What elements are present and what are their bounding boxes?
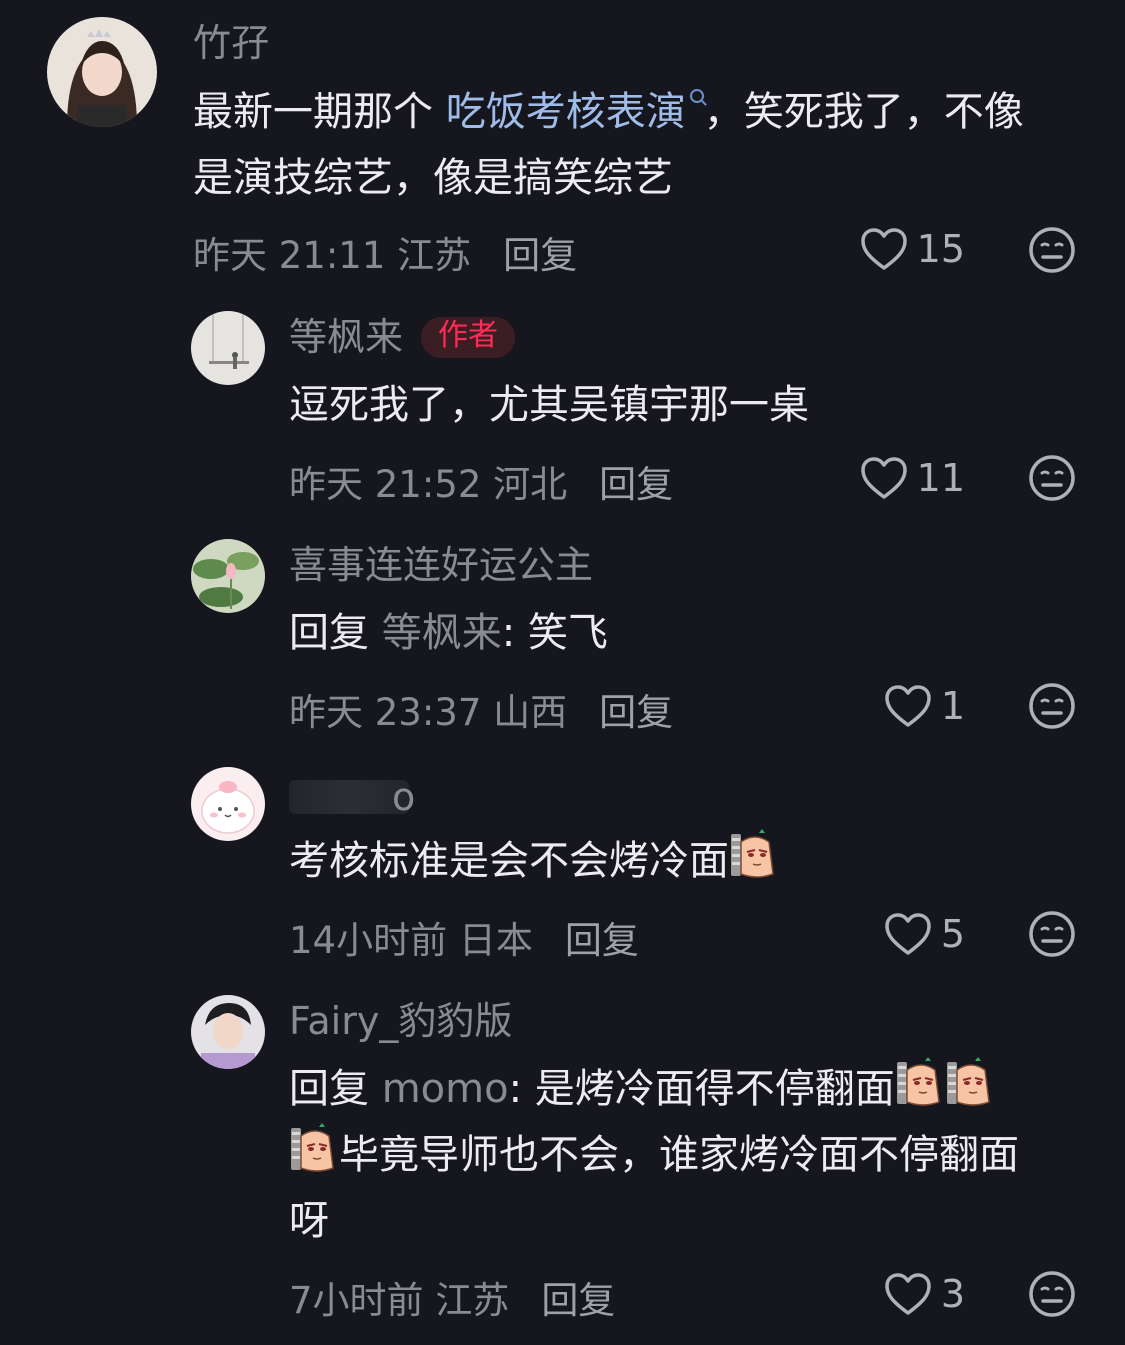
like-button[interactable]: 1 [883,683,965,729]
comment-text: 回复 等枫来: 笑飞 [289,600,1069,666]
heart-icon [859,455,909,501]
timestamp: 7小时前 [289,1279,424,1322]
avatar-image [191,767,265,841]
location: 日本 [458,919,533,962]
comment-text-part: 呀 [289,1198,329,1244]
comment-meta: 昨天 23:37 山西 回复 [289,682,673,736]
avatar[interactable] [191,995,265,1069]
username-text: 竹孖 [193,21,270,65]
reply-target-name[interactable]: 等枫来 [382,610,502,656]
username-text: 喜事连连好运公主 [289,543,594,587]
heart-icon [883,1271,933,1317]
heart-icon [883,683,933,729]
comment-meta: 7小时前 江苏 回复 [289,1270,615,1324]
comment-text-part: 考核标准是会不会烤冷面 [289,838,729,884]
sly-sausage-emoji [945,1056,995,1108]
dislike-icon[interactable] [1028,226,1076,274]
like-button[interactable]: 15 [859,226,965,272]
comment-text-part: 最新一期那个 [193,89,446,135]
reply-target-name[interactable]: momo [382,1066,509,1112]
comment-text: 回复 momo: 是烤冷面得不停翻面毕竟导师也不会，谁家烤冷面不停翻面呀 [289,1056,1079,1254]
reply-button[interactable]: 回复 [599,691,673,734]
comment-text: 考核标准是会不会烤冷面 [289,828,1069,894]
like-button[interactable]: 11 [859,455,965,501]
comment-text: 最新一期那个 吃饭考核表演 ，笑死我了，不像是演技综艺，像是搞笑综艺 [193,79,1063,211]
location: 山西 [493,691,568,734]
search-icon [689,89,704,103]
timestamp: 昨天 21:52 [289,463,482,506]
reply-button[interactable]: 回复 [503,234,577,277]
comment-text-part: : 笑飞 [501,610,608,656]
username[interactable]: 竹孖 [193,21,270,66]
heart-icon [859,226,909,272]
like-button[interactable]: 5 [883,911,965,957]
like-count: 11 [916,456,965,500]
like-button[interactable]: 3 [883,1271,965,1317]
username-text: 等枫来 [289,315,404,359]
avatar[interactable] [191,767,265,841]
comment-text-part: 逗死我了，尤其吴镇宇那一桌 [289,382,809,428]
username[interactable]: 喜事连连好运公主 [289,543,594,588]
comment-text-part: 毕竟导师也不会，谁家烤冷面不停翻面 [339,1132,1019,1178]
reply-prefix: 回复 [289,1066,382,1112]
comment-meta: 昨天 21:11 江苏 回复 [193,225,577,279]
avatar[interactable] [191,311,265,385]
search-link[interactable]: 吃饭考核表演 [446,89,704,135]
reply-button[interactable]: 回复 [599,463,673,506]
sly-sausage-emoji [729,828,779,880]
like-count: 1 [940,684,965,728]
username[interactable]: o [392,775,416,820]
dislike-icon[interactable] [1028,454,1076,502]
location: 江苏 [435,1279,510,1322]
comment-text-part: : 是烤冷面得不停翻面 [508,1066,895,1112]
like-count: 5 [940,912,965,956]
username[interactable]: 等枫来 作者 [289,315,516,360]
dislike-icon[interactable] [1028,910,1076,958]
avatar-image [47,17,157,127]
username-text: Fairy_豹豹版 [289,999,513,1043]
avatar-image [191,539,265,613]
location: 江苏 [397,234,472,277]
dislike-icon[interactable] [1028,682,1076,730]
reply-prefix: 回复 [289,610,382,656]
timestamp: 14小时前 [289,919,448,962]
reply-button[interactable]: 回复 [541,1279,615,1322]
author-badge: 作者 [421,317,516,358]
heart-icon [883,911,933,957]
search-link-text: 吃饭考核表演 [445,89,686,135]
comment-text: 逗死我了，尤其吴镇宇那一桌 [289,372,1069,438]
timestamp: 昨天 23:37 [289,691,482,734]
sly-sausage-emoji [289,1122,339,1174]
username-blurred[interactable] [289,780,409,814]
reply-button[interactable]: 回复 [565,919,639,962]
dislike-icon[interactable] [1028,1270,1076,1318]
avatar[interactable] [47,17,157,127]
avatar[interactable] [191,539,265,613]
avatar-image [191,311,265,385]
username[interactable]: Fairy_豹豹版 [289,999,513,1044]
comment-meta: 昨天 21:52 河北 回复 [289,454,673,508]
username-text: o [392,775,416,819]
avatar-image [191,995,265,1069]
location: 河北 [493,463,568,506]
like-count: 3 [940,1272,965,1316]
timestamp: 昨天 21:11 [193,234,386,277]
comment-meta: 14小时前 日本 回复 [289,910,639,964]
sly-sausage-emoji [895,1056,945,1108]
like-count: 15 [916,227,965,271]
